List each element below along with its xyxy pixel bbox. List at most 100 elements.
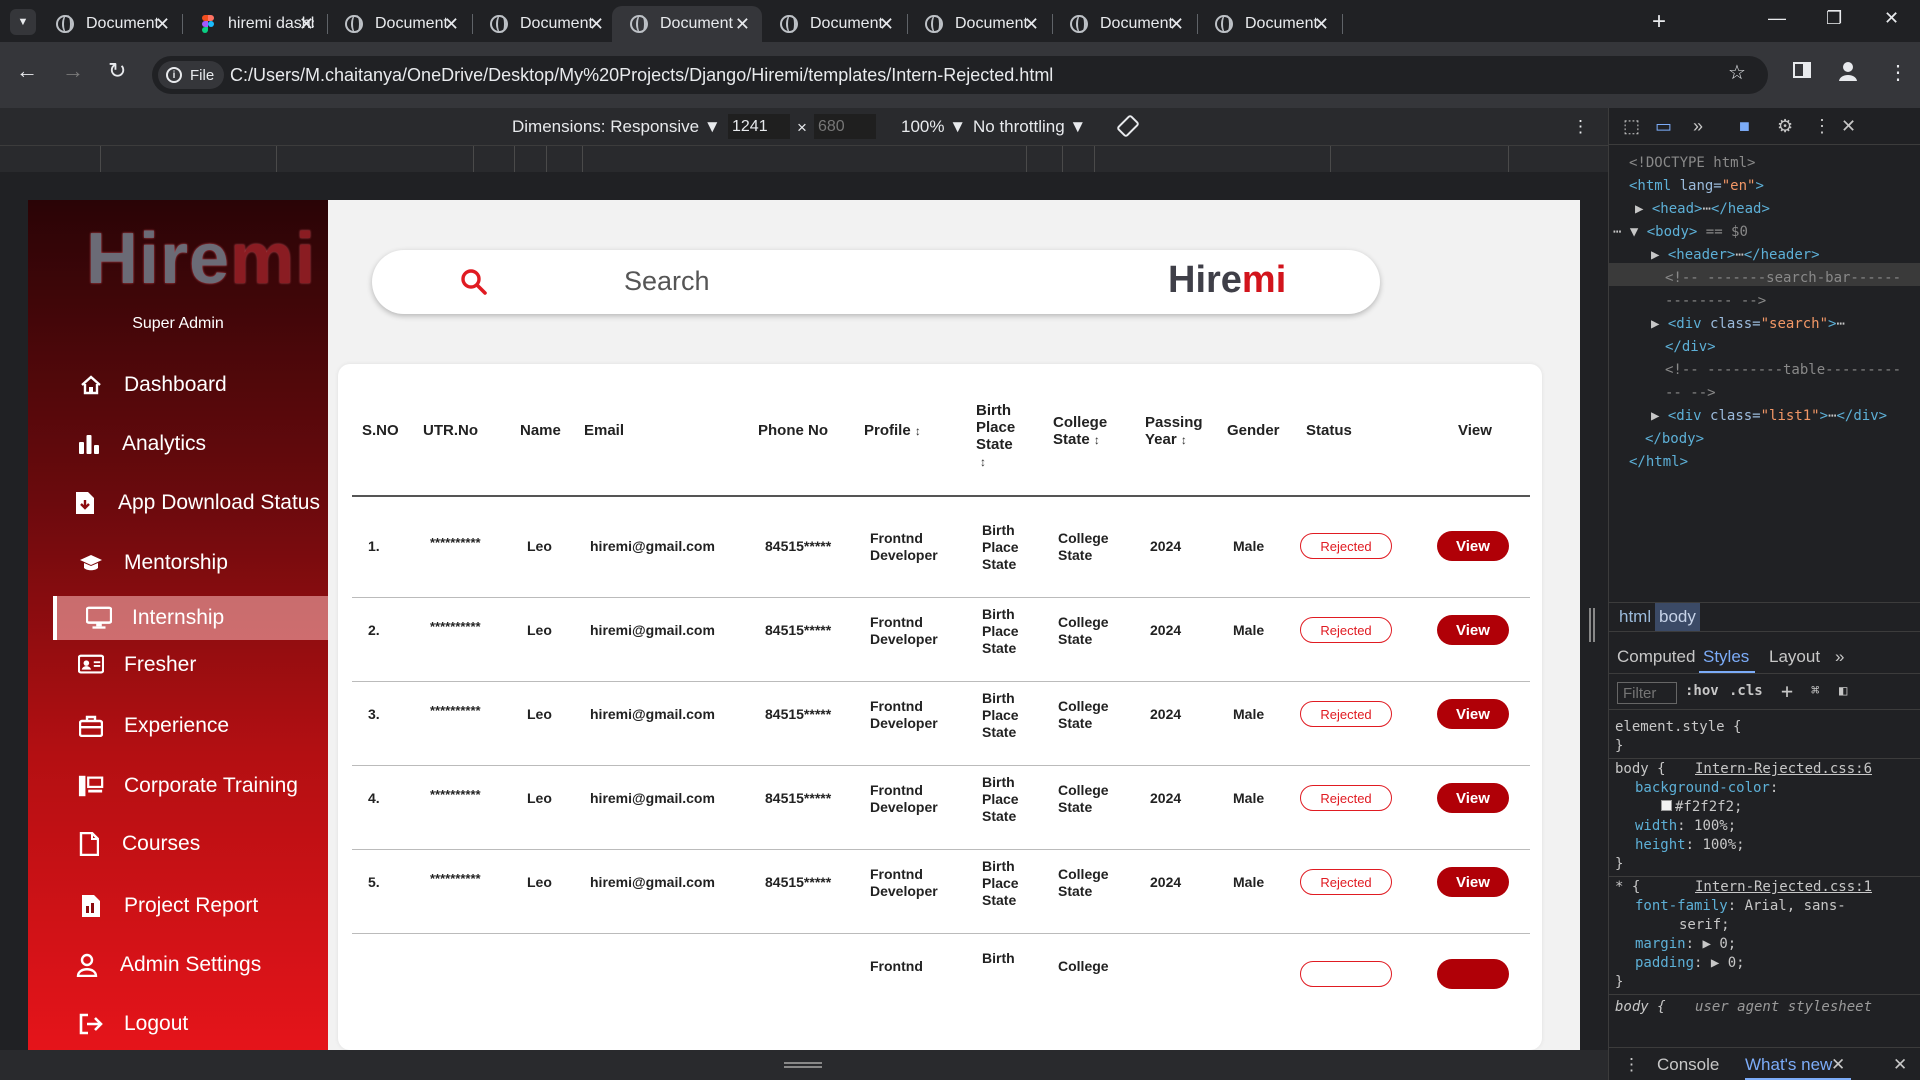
reload-icon[interactable]: ↻: [108, 58, 126, 84]
browser-tab[interactable]: Document ✕: [476, 6, 616, 42]
close-icon[interactable]: ✕: [589, 14, 604, 35]
side-panel-icon[interactable]: [1792, 60, 1812, 86]
sidebar-item-courses[interactable]: Courses: [76, 822, 200, 866]
paint-brush-icon[interactable]: ⌘: [1811, 683, 1819, 699]
browser-tab[interactable]: Document ✕: [331, 6, 471, 42]
new-rule-plus-icon[interactable]: +: [1781, 679, 1793, 703]
bookmark-star-icon[interactable]: ☆: [1728, 60, 1746, 85]
tab-layout[interactable]: Layout: [1769, 647, 1820, 667]
restore-icon[interactable]: ❐: [1826, 8, 1842, 29]
more-tabs-icon[interactable]: »: [1693, 116, 1703, 137]
view-button[interactable]: View: [1437, 531, 1509, 561]
close-icon[interactable]: ✕: [1169, 14, 1184, 35]
view-button[interactable]: View: [1437, 615, 1509, 645]
breadcrumb-body[interactable]: body: [1655, 603, 1700, 631]
tab-whats-new[interactable]: What's new: [1745, 1055, 1832, 1075]
cls-toggle[interactable]: .cls: [1729, 683, 1763, 699]
rule-universal-selector[interactable]: * {: [1615, 878, 1640, 897]
close-icon[interactable]: ✕: [735, 14, 750, 35]
close-drawer-icon[interactable]: ✕: [1893, 1055, 1907, 1075]
viewport-width-grip[interactable]: [1589, 608, 1595, 642]
sidebar-item-logout[interactable]: Logout: [78, 1002, 188, 1046]
close-icon[interactable]: ✕: [299, 14, 314, 35]
sidebar-item-internship[interactable]: Internship: [86, 596, 224, 640]
dom-html[interactable]: <html lang="en">: [1629, 175, 1764, 198]
column-header-passing-year[interactable]: Passing Year ↕: [1145, 414, 1203, 449]
viewport-height-input[interactable]: [814, 114, 876, 139]
close-window-icon[interactable]: ✕: [1884, 8, 1899, 29]
device-toolbar-toggle-icon[interactable]: ▭: [1655, 116, 1672, 137]
tab-computed[interactable]: Computed: [1617, 647, 1695, 667]
close-tab-icon[interactable]: ✕: [1831, 1055, 1845, 1075]
rotate-icon[interactable]: [1116, 114, 1140, 143]
close-icon[interactable]: ✕: [444, 14, 459, 35]
url-text[interactable]: C:/Users/M.chaitanya/OneDrive/Desktop/My…: [230, 65, 1053, 86]
issues-icon[interactable]: ■: [1739, 116, 1750, 137]
throttling-select[interactable]: No throttling ▼: [973, 117, 1086, 137]
browser-tab[interactable]: Document ✕: [1201, 6, 1341, 42]
profile-avatar-icon[interactable]: [1837, 60, 1859, 88]
dom-doctype[interactable]: <!DOCTYPE html>: [1629, 152, 1755, 175]
viewport-width-input[interactable]: [728, 114, 790, 139]
value-background-color[interactable]: #f2f2f2;: [1661, 798, 1742, 817]
close-devtools-icon[interactable]: ✕: [1841, 116, 1856, 137]
sidebar-item-app-download-status[interactable]: App Download Status: [72, 481, 320, 525]
column-header-profile[interactable]: Profile ↕: [864, 422, 921, 440]
inspect-element-icon[interactable]: ⬚: [1623, 116, 1640, 137]
prop-padding[interactable]: padding: ▶ 0;: [1635, 954, 1745, 973]
menu-kebab-icon[interactable]: ⋮: [1888, 60, 1908, 85]
prop-margin[interactable]: margin: ▶ 0;: [1635, 935, 1736, 954]
view-button[interactable]: View: [1437, 699, 1509, 729]
tab-styles[interactable]: Styles: [1703, 647, 1749, 667]
breadcrumb-html[interactable]: html: [1615, 607, 1655, 627]
prop-background-color[interactable]: background-color:: [1635, 779, 1778, 798]
dom-div-list1[interactable]: ▶ <div class="list1">⋯</div>: [1651, 405, 1887, 428]
rule-universal-source[interactable]: Intern-Rejected.css:1: [1695, 878, 1872, 897]
forward-arrow-icon[interactable]: →: [62, 58, 84, 84]
more-options-icon[interactable]: ⋮: [1572, 117, 1589, 137]
browser-tab[interactable]: Document ✕: [911, 6, 1051, 42]
zoom-select[interactable]: 100% ▼: [901, 117, 966, 137]
view-button[interactable]: View: [1437, 867, 1509, 897]
view-button[interactable]: View: [1437, 783, 1509, 813]
dom-head[interactable]: ▶ <head>⋯</head>: [1635, 198, 1770, 221]
view-button[interactable]: [1437, 959, 1509, 989]
dom-comment-table[interactable]: <!-- ---------table---------: [1665, 359, 1901, 382]
rule-body-source[interactable]: Intern-Rejected.css:6: [1695, 760, 1872, 779]
settings-gear-icon[interactable]: ⚙: [1777, 116, 1793, 137]
dom-comment-search[interactable]: <!-- -------search-bar------: [1665, 267, 1901, 290]
browser-tab-active[interactable]: Document ✕: [612, 6, 762, 42]
toggle-sidebar-icon[interactable]: ◧: [1839, 683, 1847, 699]
column-header-college-state[interactable]: College State ↕: [1053, 414, 1107, 449]
sidebar-item-fresher[interactable]: Fresher: [78, 643, 196, 687]
sidebar-item-experience[interactable]: Experience: [78, 704, 229, 748]
sidebar-item-analytics[interactable]: Analytics: [76, 422, 206, 466]
address-bar[interactable]: i File C:/Users/M.chaitanya/OneDrive/Des…: [152, 56, 1768, 94]
prop-height[interactable]: height: 100%;: [1635, 836, 1745, 855]
sidebar-item-dashboard[interactable]: Dashboard: [78, 363, 227, 407]
sidebar-item-mentorship[interactable]: Mentorship: [78, 541, 228, 585]
search-placeholder[interactable]: Search: [624, 266, 710, 297]
dom-div-search[interactable]: ▶ <div class="search">⋯: [1651, 313, 1845, 336]
browser-tab[interactable]: Document ✕: [1056, 6, 1196, 42]
dom-body[interactable]: ⋯ ▼ <body> == $0: [1613, 221, 1748, 244]
site-info-chip[interactable]: i File: [158, 61, 225, 89]
close-icon[interactable]: ✕: [1024, 14, 1039, 35]
browser-tab[interactable]: Document ✕: [766, 6, 906, 42]
new-tab-plus-icon[interactable]: +: [1652, 8, 1666, 36]
more-subtabs-icon[interactable]: »: [1835, 647, 1844, 667]
styles-filter-input[interactable]: [1617, 682, 1677, 704]
tab-search-button[interactable]: ▼: [10, 9, 36, 35]
rule-element-style[interactable]: element.style {: [1615, 718, 1741, 737]
sidebar-item-corporate-training[interactable]: Corporate Training: [78, 764, 298, 808]
rule-ua-body-selector[interactable]: body {: [1615, 998, 1666, 1017]
close-icon[interactable]: ✕: [1314, 14, 1329, 35]
dom-header[interactable]: ▶ <header>⋯</header>: [1651, 244, 1820, 267]
search-bar[interactable]: Search Hiremi: [372, 250, 1380, 314]
close-icon[interactable]: ✕: [155, 14, 170, 35]
close-icon[interactable]: ✕: [879, 14, 894, 35]
search-icon[interactable]: [460, 268, 488, 296]
minimize-icon[interactable]: —: [1768, 8, 1786, 29]
prop-width[interactable]: width: 100%;: [1635, 817, 1736, 836]
tab-console[interactable]: Console: [1657, 1055, 1719, 1075]
